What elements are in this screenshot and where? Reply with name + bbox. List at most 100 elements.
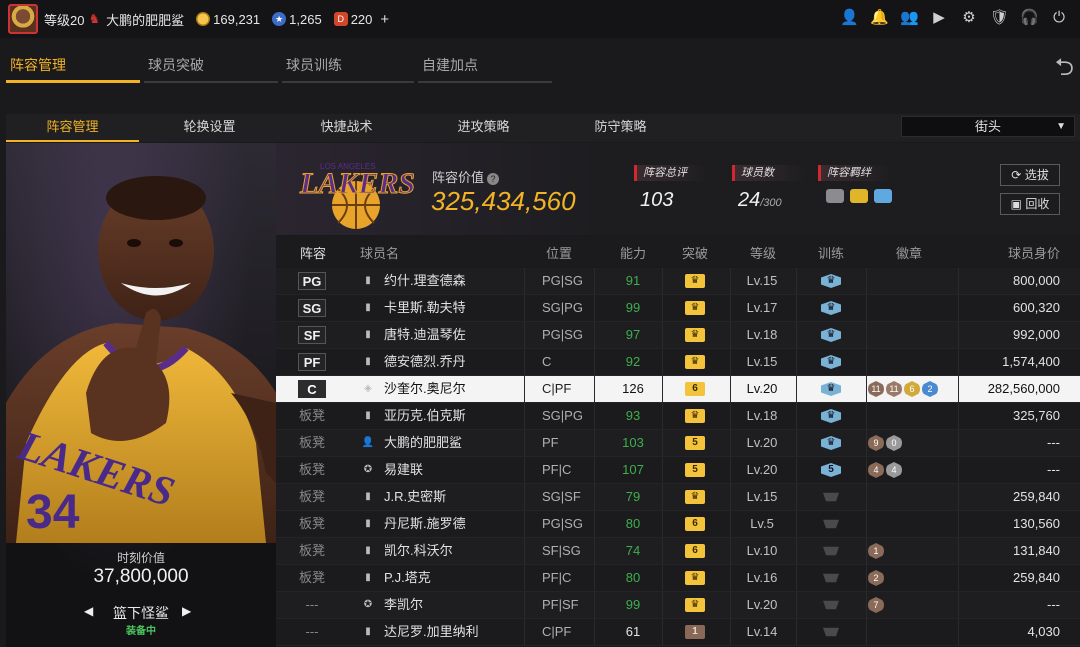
lineup-slot[interactable]: --- [298,623,326,641]
table-row[interactable]: 板凳 👤 大鹏的肥肥鲨 PF 103 5 Lv.20 ♛ 9 0 --- [276,430,1080,457]
player-badge-icon[interactable]: 1 [868,543,884,559]
table-row[interactable]: 板凳 ▮ 凯尔.科沃尔 SF|SG 74 6 Lv.10 1 131,840 [276,538,1080,565]
col-badge[interactable]: 徽章 [896,243,922,262]
lineup-slot[interactable]: 板凳 [298,407,326,425]
player-name[interactable]: 丹尼斯.施罗德 [384,511,466,537]
lineup-slot[interactable]: 板凳 [298,515,326,533]
breakthrough-badge[interactable]: 6 [685,517,705,531]
player-badge-icon[interactable]: 7 [868,597,884,613]
player-name[interactable]: 大鹏的肥肥鲨 [384,430,462,456]
next-card-button[interactable]: ▶ [182,604,191,618]
lineup-slot[interactable]: 板凳 [298,569,326,587]
tab-training[interactable]: 球员训练 [282,52,414,83]
player-name[interactable]: 唐特.迪温琴佐 [384,322,466,348]
player-badge-icon[interactable]: 11 [868,381,884,397]
add-currency-button[interactable]: + [380,11,389,28]
col-breakthrough[interactable]: 突破 [682,243,708,262]
breakthrough-badge[interactable]: 5 [685,463,705,477]
tab-custom-points[interactable]: 自建加点 [418,52,552,83]
player-name[interactable]: 亚历克.伯克斯 [384,403,466,429]
lineup-slot[interactable]: C [298,380,326,398]
training-icon[interactable] [823,627,839,637]
lineup-slot[interactable]: SF [298,326,326,344]
training-icon[interactable] [823,573,839,583]
training-icon[interactable]: ♛ [821,436,841,450]
bond-grey-icon[interactable] [826,189,844,203]
player-name[interactable]: 沙奎尔.奥尼尔 [384,376,466,402]
subtab-offense[interactable]: 进攻策略 [417,114,550,142]
video-play-icon[interactable]: ▶ [930,9,948,27]
breakthrough-badge[interactable]: 6 [685,382,705,396]
breakthrough-badge[interactable]: ♛ [685,571,705,585]
notification-bell-icon[interactable]: 🔔 [870,9,889,27]
subtab-quick-tactics[interactable]: 快捷战术 [280,114,413,142]
table-row[interactable]: 板凳 ▮ P.J.塔克 PF|C 80 ♛ Lv.16 2 259,840 [276,565,1080,592]
col-worth[interactable]: 球员身价 [1008,243,1060,262]
player-badge-icon[interactable]: 9 [868,435,884,451]
player-badge-icon[interactable]: 2 [868,570,884,586]
avatar[interactable] [8,4,38,34]
profile-icon[interactable]: 👤 [840,9,859,27]
lineup-slot[interactable]: PG [298,272,326,290]
breakthrough-badge[interactable]: ♛ [685,301,705,315]
lineup-slot[interactable]: SG [298,299,326,317]
friends-icon[interactable]: 👥 [900,9,919,27]
shield-icon[interactable]: 🛡 [990,9,1009,27]
training-icon[interactable]: ♛ [821,409,841,423]
table-row[interactable]: SG ▮ 卡里斯.勒夫特 SG|PG 99 ♛ Lv.17 ♛ 600,320 [276,295,1080,322]
col-ability[interactable]: 能力 [620,243,646,262]
player-badge-icon[interactable]: 11 [886,381,902,397]
player-name[interactable]: 易建联 [384,457,423,483]
tab-lineup[interactable]: 阵容管理 [6,52,140,83]
breakthrough-badge[interactable]: ♛ [685,328,705,342]
table-row[interactable]: C ◈ 沙奎尔.奥尼尔 C|PF 126 6 Lv.20 ♛ 11 11 6 2 282,560,000 [276,376,1080,403]
lineup-slot[interactable]: 板凳 [298,542,326,560]
training-icon[interactable] [823,519,839,529]
player-name[interactable]: 李凯尔 [384,592,423,618]
player-name[interactable]: 卡里斯.勒夫特 [384,295,466,321]
table-row[interactable]: PG ▮ 约什.理查德森 PG|SG 91 ♛ Lv.15 ♛ 800,000 [276,268,1080,295]
player-badge-icon[interactable]: 6 [904,381,920,397]
breakthrough-badge[interactable]: ♛ [685,598,705,612]
lineup-slot[interactable]: 板凳 [298,434,326,452]
player-name[interactable]: 约什.理查德森 [384,268,466,294]
mode-dropdown[interactable]: 街头 ▼ [901,116,1075,137]
breakthrough-badge[interactable]: 5 [685,436,705,450]
breakthrough-badge[interactable]: ♛ [685,274,705,288]
player-name[interactable]: P.J.塔克 [384,565,431,591]
recycle-button[interactable]: ▣ 回收 [1000,193,1060,215]
table-row[interactable]: 板凳 ▮ 亚历克.伯克斯 SG|PG 93 ♛ Lv.18 ♛ 325,760 [276,403,1080,430]
breakthrough-badge[interactable]: ♛ [685,490,705,504]
headset-icon[interactable]: 🎧 [1020,9,1039,27]
back-arrow-icon[interactable]: ⮌ [1055,50,1074,91]
col-level[interactable]: 等级 [750,243,776,262]
table-row[interactable]: --- ▮ 达尼罗.加里纳利 C|PF 61 1 Lv.14 4,030 [276,619,1080,646]
table-row[interactable]: 板凳 ▮ 丹尼斯.施罗德 PG|SG 80 6 Lv.5 130,560 [276,511,1080,538]
help-icon[interactable]: ? [487,173,500,185]
training-icon[interactable] [823,492,839,502]
training-icon[interactable]: ♛ [821,382,841,396]
table-row[interactable]: --- ✪ 李凯尔 PF|SF 99 ♛ Lv.20 7 --- [276,592,1080,619]
player-badge-icon[interactable]: 2 [922,381,938,397]
training-icon[interactable]: ♛ [821,274,841,288]
player-badge-icon[interactable]: 0 [886,435,902,451]
training-icon[interactable]: ♛ [821,328,841,342]
select-button[interactable]: ⟳ 选拔 [1000,164,1060,186]
table-row[interactable]: PF ▮ 德安德烈.乔丹 C 92 ♛ Lv.15 ♛ 1,574,400 [276,349,1080,376]
training-icon[interactable]: ♛ [821,301,841,315]
subtab-rotation[interactable]: 轮换设置 [143,114,276,142]
bond-gold-icon[interactable] [850,189,868,203]
training-icon[interactable] [823,546,839,556]
player-name[interactable]: 德安德烈.乔丹 [384,349,466,375]
table-row[interactable]: 板凳 ▮ J.R.史密斯 SG|SF 79 ♛ Lv.15 259,840 [276,484,1080,511]
player-name[interactable]: 达尼罗.加里纳利 [384,619,479,645]
subtab-lineup[interactable]: 阵容管理 [6,114,139,142]
tab-breakthrough[interactable]: 球员突破 [144,52,278,83]
table-row[interactable]: SF ▮ 唐特.迪温琴佐 PG|SG 97 ♛ Lv.18 ♛ 992,000 [276,322,1080,349]
breakthrough-badge[interactable]: 6 [685,544,705,558]
lineup-slot[interactable]: --- [298,596,326,614]
settings-gear-icon[interactable]: ⚙ [960,9,978,27]
lineup-slot[interactable]: PF [298,353,326,371]
exit-icon[interactable]: ⏻ [1050,9,1068,27]
col-position[interactable]: 位置 [546,243,572,262]
